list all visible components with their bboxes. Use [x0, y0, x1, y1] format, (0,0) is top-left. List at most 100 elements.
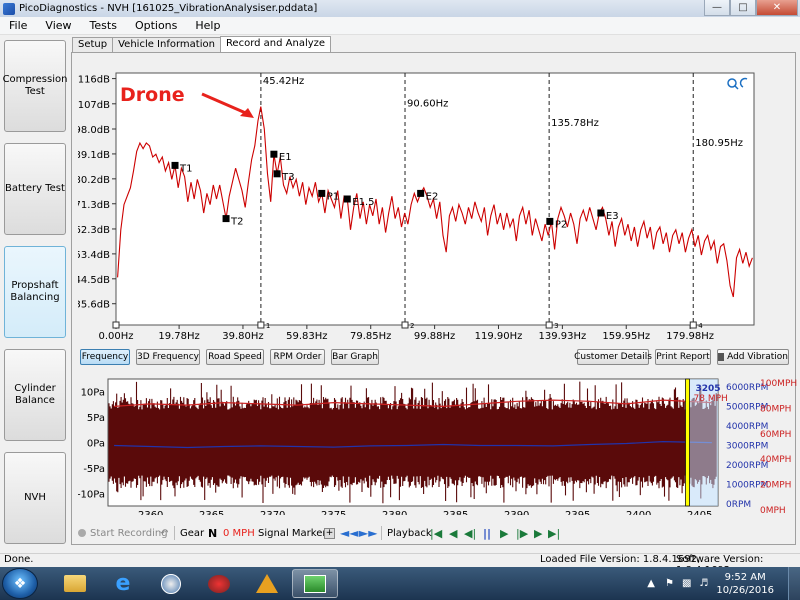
start-recording-button[interactable]: Start Recording — [78, 524, 168, 542]
tab-vehicle-information[interactable]: Vehicle Information — [112, 37, 221, 52]
harmonic-cursor-id: 1 — [266, 322, 270, 330]
peak-marker-label: T2 — [230, 217, 243, 228]
menu-tests[interactable]: Tests — [81, 19, 126, 32]
menu-bar: File View Tests Options Help — [0, 17, 800, 35]
time-tick-label: 2365 — [199, 510, 224, 515]
drone-arrow-icon — [201, 92, 254, 118]
rpm-tick-label: 3000RPM — [726, 442, 768, 452]
pa-tick-label: 5Pa — [87, 413, 105, 424]
tab-record-and-analyze[interactable]: Record and Analyze — [219, 36, 332, 53]
play-icon[interactable]: ▶ — [500, 524, 508, 542]
previous-marker-icon[interactable]: ◄◄ — [340, 524, 358, 542]
peak-marker — [417, 189, 425, 197]
fast-forward-icon[interactable]: ▶ — [534, 524, 542, 542]
taskbar-app-triangle[interactable] — [244, 569, 290, 598]
add-vibration-icon — [718, 353, 725, 361]
start-button[interactable]: ❖ — [2, 568, 38, 599]
taskbar-picodiagnostics[interactable] — [292, 569, 338, 598]
pa-tick-label: -5Pa — [83, 464, 105, 475]
x-tick-label: 19.78Hz — [158, 331, 199, 342]
mph-tick-label: 60MPH — [760, 430, 791, 440]
add-marker-icon[interactable]: + — [324, 524, 335, 542]
frequency-chart-svg[interactable]: 116dB 107dB 98.0dB 89.1dB 80.2dB 71.3dB 62.3dB… — [78, 65, 758, 345]
step-forward-icon[interactable]: |▶ — [516, 524, 528, 542]
mph-tick-label: 0MPH — [760, 506, 786, 515]
x-tick-label: 179.98Hz — [666, 331, 714, 342]
customer-details-button[interactable]: Customer Details — [574, 349, 652, 365]
skip-to-start-icon[interactable]: |◀ — [430, 524, 442, 542]
drone-annotation: Drone — [120, 84, 185, 106]
show-desktop-button[interactable] — [788, 567, 800, 600]
y-tick-label: 107dB — [78, 100, 110, 111]
menu-help[interactable]: Help — [186, 19, 229, 32]
pa-tick-label: -10Pa — [78, 489, 105, 500]
time-domain-chart[interactable]: 10Pa 5Pa 0Pa -5Pa -10Pa 2360 2365 2370 2375 2380 2… — [77, 375, 798, 521]
3d-frequency-button[interactable]: 3D Frequency — [136, 349, 200, 365]
minimize-icon[interactable]: — — [704, 0, 730, 16]
add-vibration-button[interactable]: Add Vibration — [717, 349, 789, 365]
peak-marker — [546, 217, 554, 225]
y-tick-label: 80.2dB — [78, 175, 110, 186]
start-cursor-handle — [112, 321, 120, 329]
clock-time: 9:52 AM — [724, 571, 766, 583]
record-icon — [78, 529, 86, 537]
windows-logo-icon: ❖ — [13, 575, 27, 592]
menu-options[interactable]: Options — [126, 19, 186, 32]
action-center-icon[interactable]: ⚑ — [665, 578, 674, 589]
menu-view[interactable]: View — [36, 19, 80, 32]
bar-graph-button[interactable]: Bar Graph — [331, 349, 379, 365]
compass-icon — [161, 573, 181, 594]
folder-icon — [64, 575, 86, 592]
cursor-mph-readout: 78 MPH — [694, 394, 728, 404]
play-reverse-icon[interactable]: ◀| — [464, 524, 476, 542]
network-icon[interactable]: ▩ — [682, 578, 691, 589]
show-hidden-icons[interactable]: ▲ — [647, 578, 655, 589]
skip-to-end-icon[interactable]: ▶| — [548, 524, 560, 542]
car-diagnostic-icon — [208, 574, 230, 593]
taskbar-app-diagnostics[interactable] — [196, 569, 242, 598]
x-tick-label: 39.80Hz — [222, 331, 263, 342]
peak-marker — [318, 189, 326, 197]
close-icon[interactable]: ✕ — [756, 0, 798, 16]
harmonic-cursor-id: 2 — [410, 322, 414, 330]
nav-compression-test[interactable]: Compression Test — [3, 40, 67, 132]
y-tick-label: 35.6dB — [78, 300, 110, 311]
taskbar-internet-explorer[interactable]: e — [100, 569, 146, 598]
nav-nvh[interactable]: NVH — [4, 452, 66, 544]
frequency-chart[interactable]: 116dB 107dB 98.0dB 89.1dB 80.2dB 71.3dB 62.3dB… — [78, 65, 758, 345]
x-tick-label: 59.83Hz — [286, 331, 327, 342]
nav-battery-test[interactable]: Battery Test — [4, 143, 66, 235]
menu-file[interactable]: File — [0, 19, 36, 32]
x-tick-label: 119.90Hz — [475, 331, 523, 342]
next-marker-icon[interactable]: ►► — [359, 524, 377, 542]
time-domain-chart-svg[interactable]: 10Pa 5Pa 0Pa -5Pa -10Pa 2360 2365 2370 2375 2380 2… — [77, 375, 798, 521]
peak-marker-label: E1.5 — [352, 197, 374, 208]
road-speed-button[interactable]: Road Speed — [206, 349, 264, 365]
time-tick-label: 2380 — [382, 510, 407, 515]
time-tick-label: 2370 — [260, 510, 285, 515]
volume-icon[interactable]: ♬ — [699, 578, 708, 589]
taskbar-explorer[interactable] — [52, 569, 98, 598]
title-bar: PicoDiagnostics - NVH [161025_VibrationA… — [0, 0, 800, 17]
speed-value: 0 MPH — [223, 527, 255, 539]
maximize-icon[interactable]: □ — [730, 0, 756, 16]
print-report-button[interactable]: Print Report — [655, 349, 711, 365]
time-tick-label: 2395 — [565, 510, 590, 515]
clock[interactable]: 9:52 AM 10/26/2016 — [716, 571, 774, 597]
tab-setup[interactable]: Setup — [72, 37, 114, 52]
test-navigation: Compression Test Battery Test Propshaft … — [3, 40, 67, 545]
taskbar-app-compass[interactable] — [148, 569, 194, 598]
rpm-order-button[interactable]: RPM Order — [270, 349, 325, 365]
nav-propshaft-balancing[interactable]: Propshaft Balancing — [4, 246, 66, 338]
time-tick-label: 2385 — [443, 510, 468, 515]
time-tick-label: 2400 — [626, 510, 651, 515]
frequency-button[interactable]: Frequency — [80, 349, 130, 365]
gear-value: N — [208, 526, 218, 540]
pause-icon[interactable]: || — [483, 524, 491, 542]
undo-icon[interactable]: ↶ — [160, 524, 168, 542]
step-back-icon[interactable]: ◀ — [449, 524, 457, 542]
gear-label: Gear — [180, 527, 205, 539]
nav-cylinder-balance[interactable]: Cylinder Balance — [4, 349, 66, 441]
playback-label: Playback — [387, 527, 432, 539]
peak-marker-label: T3 — [281, 172, 294, 183]
